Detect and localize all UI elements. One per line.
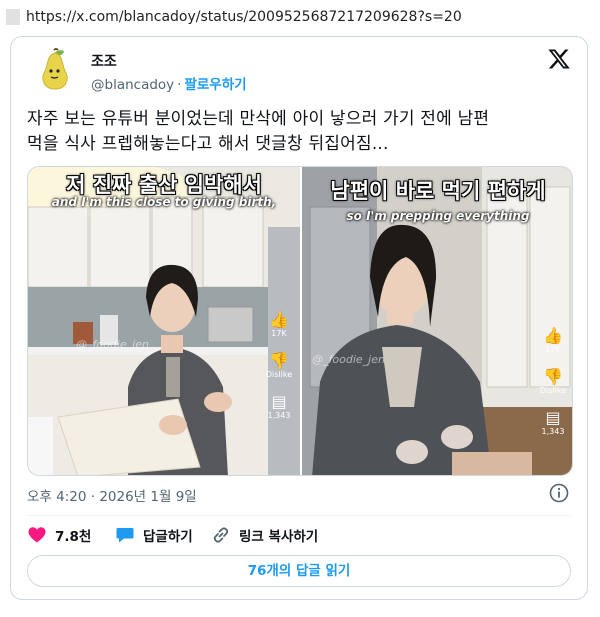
- copy-link-label: 링크 복사하기: [239, 529, 319, 545]
- url-text[interactable]: https://x.com/blancadoy/status/200952568…: [26, 9, 462, 25]
- pear-avatar-icon: [42, 48, 68, 90]
- reply-label: 답글하기: [143, 529, 193, 545]
- avatar[interactable]: [35, 47, 75, 91]
- tweet-text-line: 먹을 식사 프렙해놓는다고 해서 댓글창 뒤집어짐...: [27, 134, 389, 154]
- reply-bubble-icon: [116, 528, 134, 543]
- video-thumbnail-left[interactable]: 저 진짜 출산 임박해서 and I'm this close to givin…: [28, 167, 300, 475]
- x-logo-icon[interactable]: [547, 47, 571, 71]
- video-dislike-label: Dislike: [265, 370, 293, 379]
- follow-button[interactable]: 팔로우하기: [184, 77, 246, 93]
- thumbs-down-icon: 👎: [269, 351, 289, 370]
- comment-icon: ▤: [271, 392, 287, 411]
- video-like-count: 17K: [545, 345, 561, 354]
- like-button[interactable]: 7.8천: [27, 525, 91, 545]
- divider: [27, 515, 571, 516]
- reply-button[interactable]: 답글하기: [115, 525, 193, 545]
- tweet-card: 조조 @blancadoy · 팔로우하기 자주 보는 유튜버 분이었는데 만삭에 …: [10, 36, 588, 600]
- video-side-actions: 👍 17K 👎 Dislike ▤ 1,343: [262, 311, 296, 434]
- thumbs-down-icon: 👎: [543, 367, 563, 386]
- tweet-text: 자주 보는 유튜버 분이었는데 만삭에 아이 낳으러 가기 전에 남편 먹을 식…: [27, 107, 577, 157]
- media-grid[interactable]: 저 진짜 출산 임박해서 and I'm this close to givin…: [27, 166, 573, 476]
- copy-link-button[interactable]: 링크 복사하기: [211, 525, 318, 545]
- tweet-text-line: 자주 보는 유튜버 분이었는데 만삭에 아이 낳으러 가기 전에 남편: [27, 109, 490, 129]
- link-icon: [213, 527, 229, 543]
- page-icon: [6, 9, 20, 25]
- author-name[interactable]: 조조: [91, 51, 117, 71]
- thumbs-up-icon: 👍: [543, 326, 563, 345]
- video-like-count: 17K: [271, 329, 287, 338]
- handle-row: @blancadoy · 팔로우하기: [91, 73, 247, 93]
- video-dislike-label: Dislike: [539, 386, 567, 395]
- video-comment-count: 1,343: [541, 427, 565, 436]
- read-replies-button[interactable]: 76개의 답글 읽기: [27, 555, 571, 587]
- kitchen-scene-left: [28, 167, 300, 475]
- thumbs-up-icon: 👍: [269, 310, 289, 329]
- separator-dot: ·: [177, 77, 182, 93]
- video-thumbnail-right[interactable]: 남편이 바로 먹기 편하게 so I'm prepping everything…: [302, 167, 572, 475]
- author-handle[interactable]: @blancadoy: [91, 77, 174, 93]
- video-watermark: @_foodie_jen: [76, 338, 149, 351]
- video-caption-english: so I'm prepping everything: [346, 209, 530, 223]
- video-side-actions: 👍 17K 👎 Dislike ▤ 1,343: [536, 327, 570, 450]
- tweet-timestamp[interactable]: 오후 4:20 · 2026년 1월 9일: [27, 485, 197, 505]
- heart-icon: [28, 527, 46, 543]
- video-caption-english: and I'm this close to giving birth,: [51, 195, 277, 209]
- browser-url-bar[interactable]: https://x.com/blancadoy/status/200952568…: [0, 0, 600, 36]
- like-count: 7.8천: [55, 529, 92, 545]
- video-comment-count: 1,343: [267, 411, 291, 420]
- info-icon[interactable]: [549, 483, 569, 503]
- comment-icon: ▤: [545, 408, 561, 427]
- video-caption-korean: 남편이 바로 먹기 편하게: [330, 179, 546, 203]
- video-watermark: @_foodie_jen: [312, 353, 385, 366]
